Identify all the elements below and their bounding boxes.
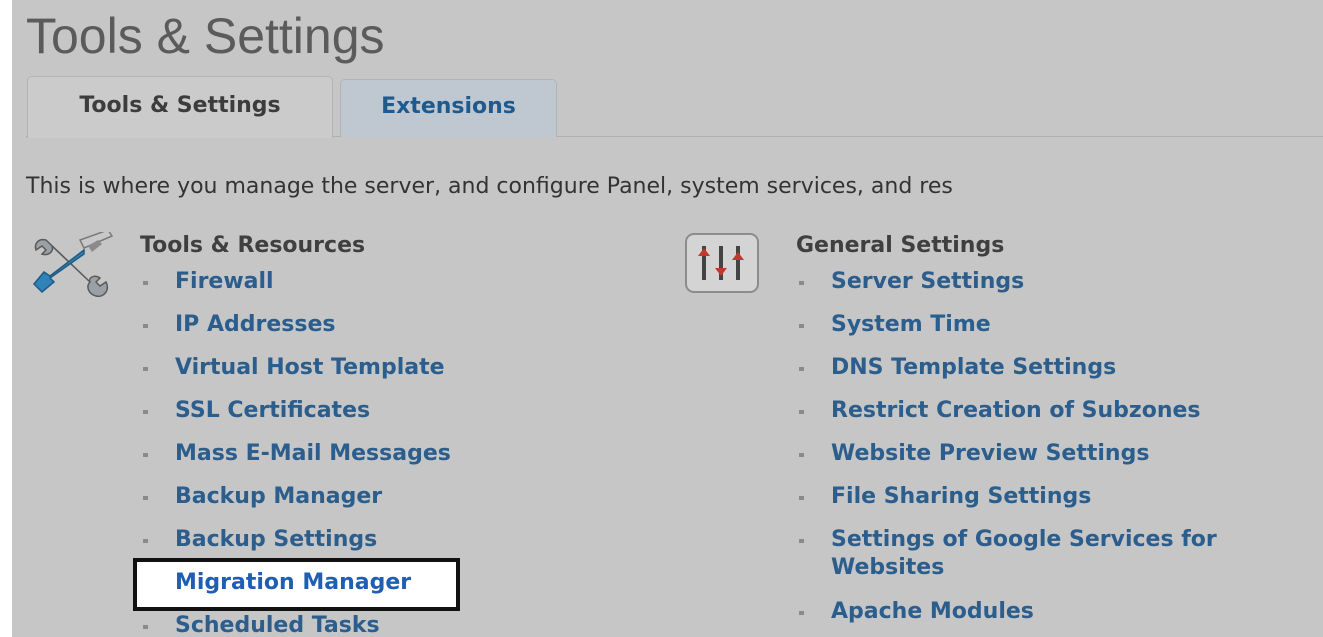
bullet-icon xyxy=(799,539,804,543)
tab-extensions[interactable]: Extensions xyxy=(340,79,557,137)
bullet-icon xyxy=(799,367,804,371)
list-item: SSL Certificates xyxy=(140,397,451,440)
bullet-icon xyxy=(799,496,804,500)
list-item: Migration Manager xyxy=(133,558,460,612)
list-item: Firewall xyxy=(140,268,451,311)
bullet-icon xyxy=(143,367,148,371)
list-item: IP Addresses xyxy=(140,311,451,354)
google-services-settings-link[interactable]: Settings of Google Services for Websites xyxy=(831,526,1251,582)
list-item: Scheduled Tasks xyxy=(140,612,451,637)
list-item: Backup Manager xyxy=(140,483,451,526)
tools-resources-heading: Tools & Resources xyxy=(140,233,366,258)
bullet-icon xyxy=(143,625,148,629)
page-description: This is where you manage the server, and… xyxy=(26,174,953,199)
migration-manager-link[interactable]: Migration Manager xyxy=(175,570,411,595)
mass-email-messages-link[interactable]: Mass E-Mail Messages xyxy=(175,441,451,466)
bullet-icon xyxy=(799,453,804,457)
virtual-host-template-link[interactable]: Virtual Host Template xyxy=(175,355,445,380)
bullet-icon xyxy=(143,281,148,285)
ssl-certificates-link[interactable]: SSL Certificates xyxy=(175,398,370,423)
bullet-icon xyxy=(143,496,148,500)
general-settings-heading: General Settings xyxy=(796,233,1005,258)
list-item: System Time xyxy=(796,311,1251,354)
bullet-icon xyxy=(799,324,804,328)
list-item: Apache Modules xyxy=(796,598,1251,637)
bullet-icon xyxy=(143,410,148,414)
list-item: Restrict Creation of Subzones xyxy=(796,397,1251,440)
restrict-creation-subzones-link[interactable]: Restrict Creation of Subzones xyxy=(831,398,1201,423)
list-item: Virtual Host Template xyxy=(140,354,451,397)
firewall-link[interactable]: Firewall xyxy=(175,269,274,294)
tab-tools-settings[interactable]: Tools & Settings xyxy=(27,76,333,138)
dns-template-settings-link[interactable]: DNS Template Settings xyxy=(831,355,1116,380)
general-settings-list: Server Settings System Time DNS Template… xyxy=(796,268,1251,637)
file-sharing-settings-link[interactable]: File Sharing Settings xyxy=(831,484,1091,509)
backup-manager-link[interactable]: Backup Manager xyxy=(175,484,382,509)
ip-addresses-link[interactable]: IP Addresses xyxy=(175,312,335,337)
bullet-icon xyxy=(799,410,804,414)
list-item: File Sharing Settings xyxy=(796,483,1251,526)
bullet-icon xyxy=(799,611,804,615)
bullet-icon xyxy=(799,281,804,285)
bullet-icon xyxy=(143,539,148,543)
bullet-icon xyxy=(143,324,148,328)
tab-bar: Tools & Settings Extensions xyxy=(12,76,1323,138)
website-preview-settings-link[interactable]: Website Preview Settings xyxy=(831,441,1149,466)
list-item: Server Settings xyxy=(796,268,1251,311)
tools-resources-list: Firewall IP Addresses Virtual Host Templ… xyxy=(133,268,460,637)
list-item: Settings of Google Services for Websites xyxy=(796,526,1251,598)
page-title: Tools & Settings xyxy=(26,8,385,64)
server-settings-link[interactable]: Server Settings xyxy=(831,269,1024,294)
backup-settings-link[interactable]: Backup Settings xyxy=(175,527,377,552)
scheduled-tasks-link[interactable]: Scheduled Tasks xyxy=(175,613,380,637)
system-time-link[interactable]: System Time xyxy=(831,312,991,337)
bullet-icon xyxy=(143,453,148,457)
list-item: Mass E-Mail Messages xyxy=(140,440,451,483)
sliders-icon xyxy=(684,232,764,300)
list-item: Website Preview Settings xyxy=(796,440,1251,483)
tools-settings-page: Tools & Settings Tools & Settings Extens… xyxy=(12,0,1323,637)
apache-modules-link[interactable]: Apache Modules xyxy=(831,599,1034,624)
list-item: DNS Template Settings xyxy=(796,354,1251,397)
wrench-screwdriver-icon xyxy=(28,229,120,302)
